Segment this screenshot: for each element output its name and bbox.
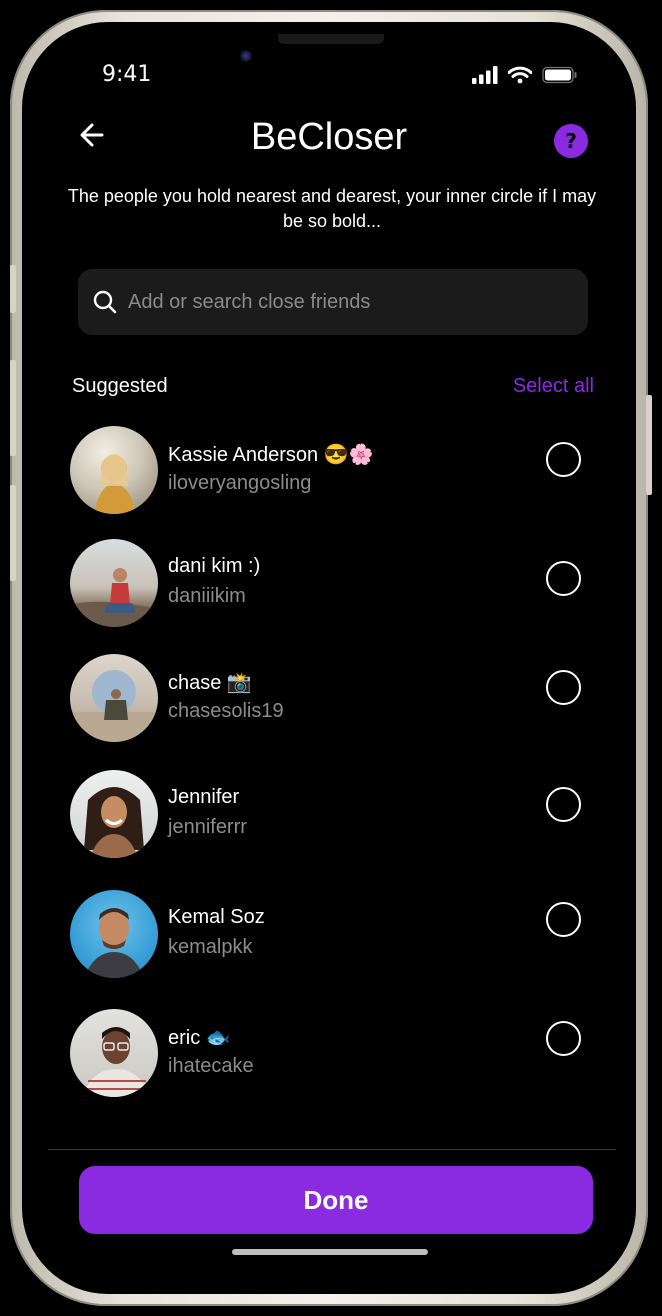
select-radio-button[interactable] [546, 561, 581, 596]
status-icons [472, 66, 578, 84]
friend-username: kemalpkk [168, 936, 253, 958]
cellular-signal-icon [472, 66, 498, 84]
section-title-suggested: Suggested [72, 375, 168, 397]
done-button[interactable]: Done [79, 1166, 593, 1234]
page-subtitle: The people you hold nearest and dearest,… [67, 186, 597, 231]
avatar [70, 539, 158, 627]
select-radio-button[interactable] [546, 902, 581, 937]
speaker-notch [278, 34, 384, 44]
friend-row[interactable]: chase 📸 chasesolis19 [70, 654, 590, 744]
friend-name: eric 🐟 [168, 1027, 231, 1049]
battery-icon [542, 66, 577, 84]
friend-row[interactable]: Kemal Soz kemalpkk [70, 890, 590, 980]
avatar [70, 1009, 158, 1097]
friend-name: Jennifer [168, 786, 240, 808]
avatar [70, 890, 158, 978]
friend-name: Kassie Anderson 😎🌸 [168, 444, 374, 466]
search-icon [93, 290, 117, 314]
phone-power-button [646, 395, 652, 495]
search-input[interactable] [126, 289, 570, 315]
help-button[interactable]: ? [554, 124, 588, 158]
friend-name: chase 📸 [168, 672, 252, 694]
status-time: 9:41 [102, 62, 152, 87]
friend-username: iloveryangosling [168, 472, 312, 494]
avatar [70, 770, 158, 858]
search-bar[interactable] [78, 269, 588, 335]
phone-action-button [10, 265, 16, 313]
footer-divider [48, 1149, 616, 1150]
friend-row[interactable]: dani kim :) daniiikim [70, 539, 590, 629]
select-radio-button[interactable] [546, 442, 581, 477]
select-radio-button[interactable] [546, 1021, 581, 1056]
avatar [70, 426, 158, 514]
friend-username: daniiikim [168, 585, 246, 607]
app-screen: 9:41 BeCloser ? The people you hold near… [22, 22, 636, 1294]
friend-row[interactable]: eric 🐟 ihatecake [70, 1009, 590, 1099]
home-indicator[interactable] [232, 1249, 428, 1255]
friend-username: chasesolis19 [168, 700, 284, 722]
page-title: BeCloser [250, 116, 408, 158]
select-radio-button[interactable] [546, 670, 581, 705]
avatar [70, 654, 158, 742]
select-radio-button[interactable] [546, 787, 581, 822]
phone-volume-down-button [10, 485, 16, 581]
friend-row[interactable]: Jennifer jenniferrr [70, 770, 590, 860]
wifi-icon [508, 66, 532, 84]
friend-username: ihatecake [168, 1055, 254, 1077]
phone-volume-up-button [10, 360, 16, 456]
select-all-button[interactable]: Select all [513, 375, 594, 398]
friend-row[interactable]: Kassie Anderson 😎🌸 iloveryangosling [70, 426, 590, 516]
friend-name: Kemal Soz [168, 906, 265, 928]
friend-name: dani kim :) [168, 555, 261, 577]
friend-username: jenniferrr [168, 816, 247, 838]
front-camera [240, 50, 252, 62]
